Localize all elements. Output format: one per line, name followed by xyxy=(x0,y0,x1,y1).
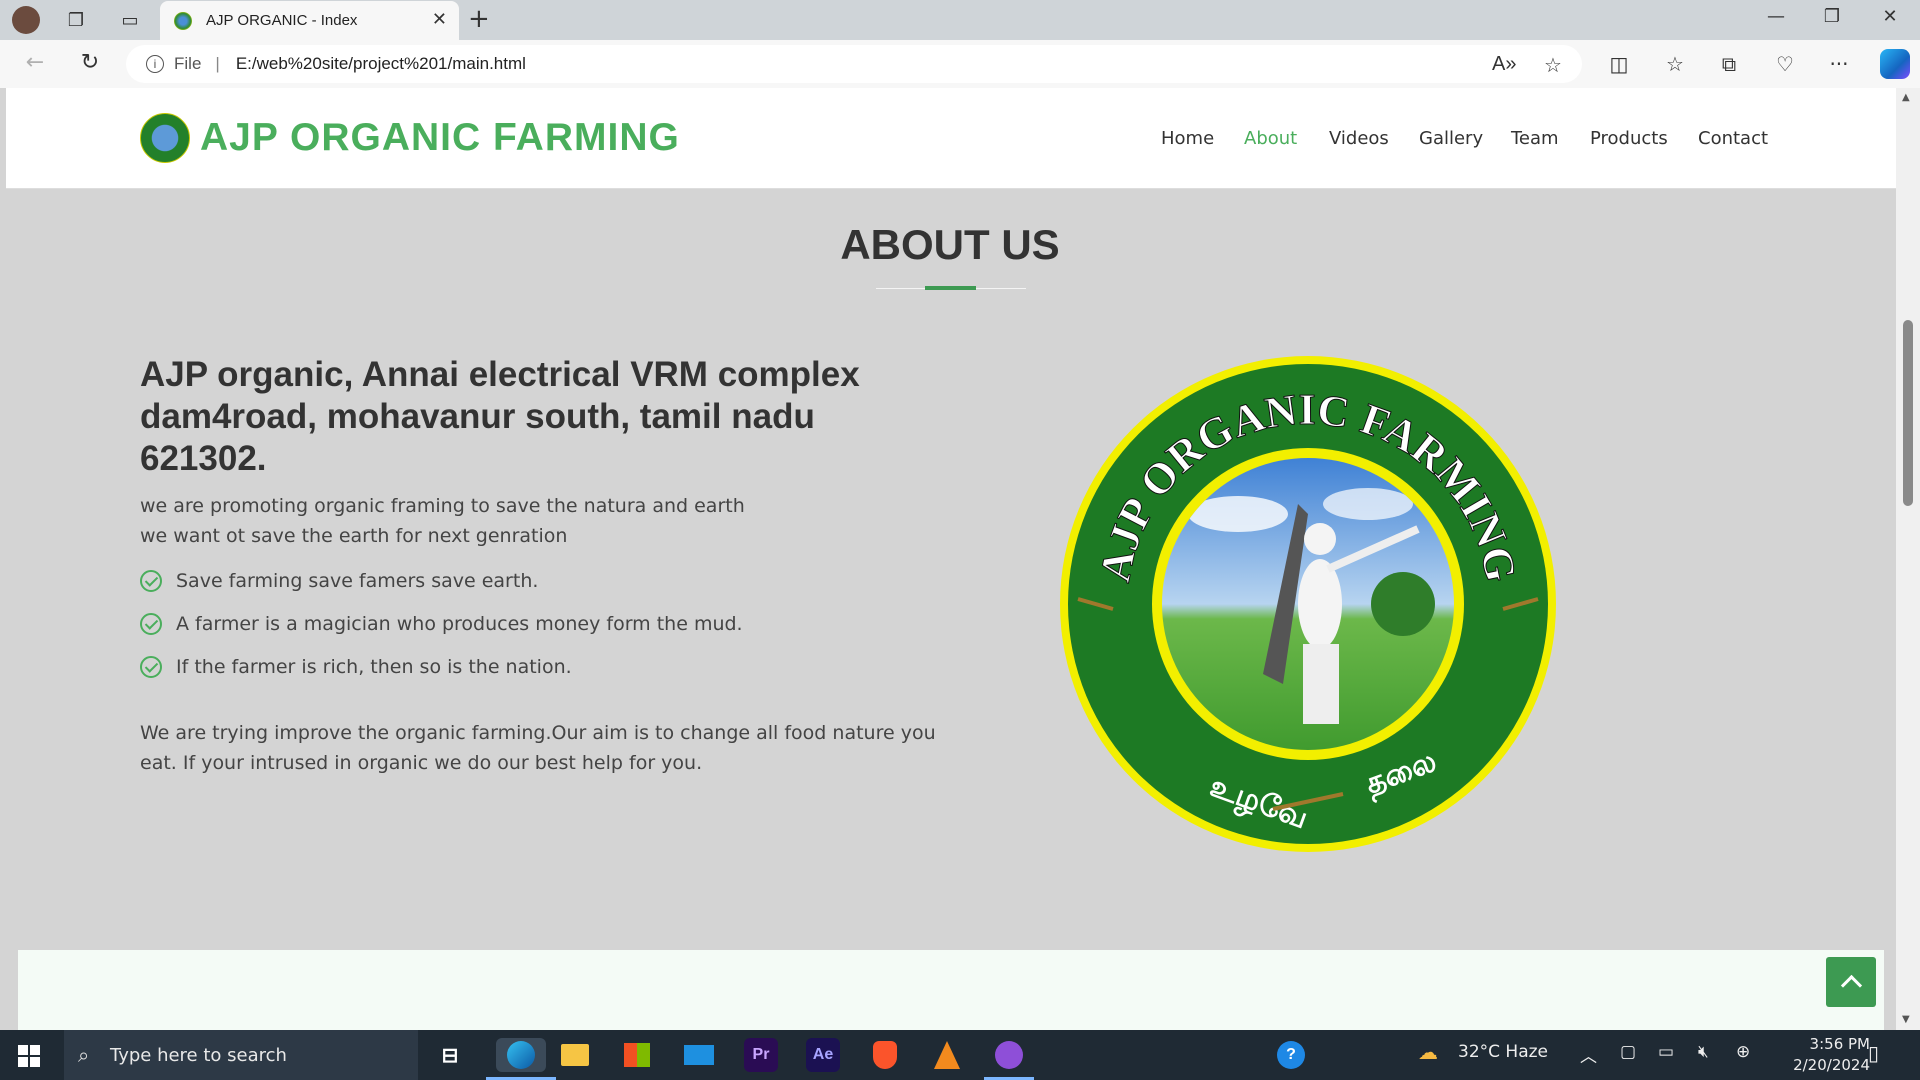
scroll-down-icon[interactable]: ▼ xyxy=(1902,1014,1910,1025)
nav-team[interactable]: Team xyxy=(1511,128,1559,149)
close-window-icon[interactable]: ✕ xyxy=(1870,6,1910,27)
notifications-icon[interactable]: ▯ xyxy=(1868,1041,1879,1065)
battery-icon[interactable]: ▭ xyxy=(1658,1042,1674,1062)
vlc-icon[interactable] xyxy=(930,1038,964,1072)
organic-farming-emblem: AJP ORGANIC FARMING உழவே தலை xyxy=(1060,356,1556,852)
after-effects-icon[interactable]: Ae xyxy=(806,1038,840,1072)
more-options-icon[interactable]: ··· xyxy=(1824,52,1854,76)
intro-line-2: we want ot save the earth for next genra… xyxy=(140,525,568,547)
meet-now-icon[interactable]: ▢ xyxy=(1620,1042,1636,1062)
premiere-pro-icon[interactable]: Pr xyxy=(744,1038,778,1072)
windows-start-icon[interactable] xyxy=(18,1045,40,1067)
scrollbar-thumb[interactable] xyxy=(1903,320,1913,506)
url-field[interactable]: i File | E:/web%20site/project%201/main.… xyxy=(126,45,1582,83)
back-to-top-button[interactable] xyxy=(1826,957,1876,1007)
favorites-icon[interactable]: ☆ xyxy=(1660,52,1690,76)
restore-icon[interactable]: ❐ xyxy=(1812,6,1852,27)
nav-about[interactable]: About xyxy=(1244,128,1297,149)
copilot-icon[interactable] xyxy=(1880,49,1910,79)
next-section-band xyxy=(18,950,1884,1030)
scroll-up-icon[interactable]: ▲ xyxy=(1902,92,1910,103)
network-globe-icon[interactable]: ⊕ xyxy=(1736,1042,1750,1062)
search-icon: ⌕ xyxy=(78,1043,90,1067)
active-tab[interactable]: AJP ORGANIC - Index ✕ xyxy=(160,1,459,40)
intro-line-1: we are promoting organic framing to save… xyxy=(140,495,745,517)
site-logo-icon[interactable] xyxy=(140,113,190,163)
feature-item: If the farmer is rich, then so is the na… xyxy=(140,656,572,678)
file-explorer-icon[interactable] xyxy=(558,1038,592,1072)
address-bar-row: ← ↻ i File | E:/web%20site/project%201/m… xyxy=(0,40,1920,88)
url-separator: | xyxy=(215,54,220,73)
site-header: AJP ORGANIC FARMING Home About Videos Ga… xyxy=(6,88,1896,189)
windows-taskbar: ⌕ Type here to search ⊟ Pr Ae ? ☁ 32°C H… xyxy=(0,1030,1920,1080)
address-heading: AJP organic, Annai electrical VRM comple… xyxy=(140,355,860,478)
nav-products[interactable]: Products xyxy=(1590,128,1668,149)
brave-browser-icon[interactable] xyxy=(868,1038,902,1072)
show-hidden-icons-icon[interactable]: ︿ xyxy=(1580,1042,1597,1067)
profile-avatar[interactable] xyxy=(12,6,40,34)
help-icon[interactable]: ? xyxy=(1274,1038,1308,1072)
section-title: ABOUT US xyxy=(840,221,1060,268)
tab-actions-icon[interactable]: ▭ xyxy=(116,6,144,34)
check-circle-icon xyxy=(140,613,162,635)
weather-icon: ☁ xyxy=(1418,1040,1438,1064)
clock-time: 3:56 PM xyxy=(1809,1035,1870,1053)
check-circle-icon xyxy=(140,570,162,592)
site-favicon-icon xyxy=(174,11,192,30)
collections-icon[interactable]: ⧉ xyxy=(1714,52,1744,76)
feature-text: If the farmer is rich, then so is the na… xyxy=(176,656,572,678)
feature-text: A farmer is a magician who produces mone… xyxy=(176,613,743,635)
github-desktop-icon[interactable] xyxy=(992,1038,1026,1072)
volume-muted-icon[interactable]: 🔇︎ xyxy=(1698,1042,1709,1062)
info-icon[interactable]: i xyxy=(146,55,164,73)
url-scheme-label: File xyxy=(174,54,202,73)
system-clock[interactable]: 3:56 PM 2/20/2024 xyxy=(1760,1034,1870,1076)
nav-videos[interactable]: Videos xyxy=(1329,128,1389,149)
microsoft-store-icon[interactable] xyxy=(620,1038,654,1072)
refresh-icon[interactable]: ↻ xyxy=(75,50,105,75)
browser-tab-bar: ❐ ▭ AJP ORGANIC - Index ✕ + — ❐ ✕ xyxy=(0,0,1920,40)
feature-item: A farmer is a magician who produces mone… xyxy=(140,613,743,635)
nav-contact[interactable]: Contact xyxy=(1698,128,1768,149)
workspaces-icon[interactable]: ❐ xyxy=(62,6,90,34)
tab-title: AJP ORGANIC - Index xyxy=(206,12,358,29)
nav-home[interactable]: Home xyxy=(1161,128,1214,149)
new-tab-icon[interactable]: + xyxy=(468,4,490,34)
feature-text: Save farming save famers save earth. xyxy=(176,570,539,592)
url-text: E:/web%20site/project%201/main.html xyxy=(235,54,526,73)
read-aloud-icon[interactable]: A» xyxy=(1492,53,1516,76)
closing-paragraph: We are trying improve the organic farmin… xyxy=(140,722,936,774)
clock-date: 2/20/2024 xyxy=(1793,1056,1870,1074)
page-viewport: AJP ORGANIC FARMING Home About Videos Ga… xyxy=(0,88,1920,1030)
favorite-star-icon[interactable]: ☆ xyxy=(1544,53,1562,78)
check-circle-icon xyxy=(140,656,162,678)
taskbar-search[interactable]: ⌕ Type here to search xyxy=(64,1030,418,1080)
browser-essentials-icon[interactable]: ♡ xyxy=(1770,52,1800,76)
search-placeholder: Type here to search xyxy=(110,1044,287,1066)
split-screen-icon[interactable]: ◫ xyxy=(1604,52,1634,76)
task-view-icon[interactable]: ⊟ xyxy=(433,1038,467,1072)
minimize-icon[interactable]: — xyxy=(1756,6,1796,27)
title-divider-accent xyxy=(925,286,976,290)
mail-icon[interactable] xyxy=(682,1038,716,1072)
page-scrollbar[interactable]: ▲ ▼ xyxy=(1896,88,1920,1030)
close-tab-icon[interactable]: ✕ xyxy=(432,9,447,30)
edge-app-icon[interactable] xyxy=(496,1038,546,1072)
back-icon[interactable]: ← xyxy=(20,50,50,75)
site-brand[interactable]: AJP ORGANIC FARMING xyxy=(200,116,680,160)
weather-text[interactable]: 32°C Haze xyxy=(1458,1042,1548,1062)
feature-item: Save farming save famers save earth. xyxy=(140,570,538,592)
nav-gallery[interactable]: Gallery xyxy=(1419,128,1483,149)
